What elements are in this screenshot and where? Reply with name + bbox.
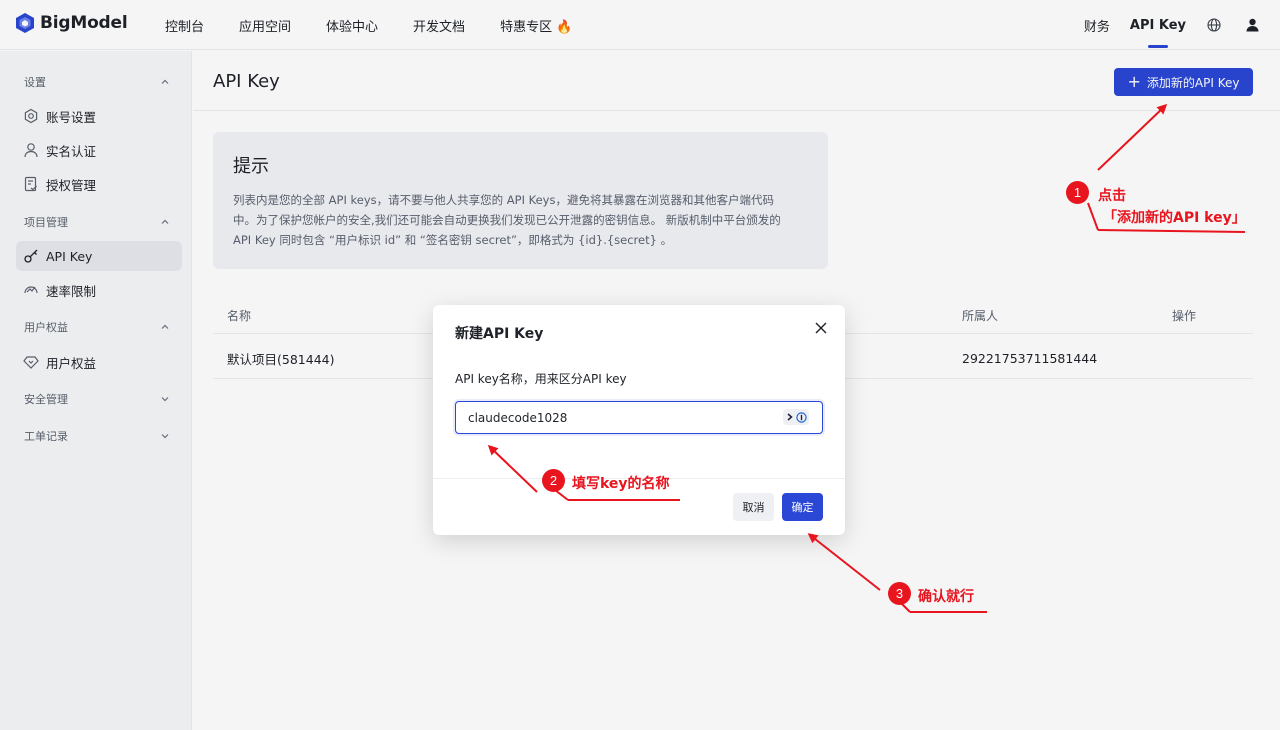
step-3-text: 确认就行 — [918, 589, 974, 605]
modal-title: 新建API Key — [455, 326, 544, 342]
step-1-badge: 1 — [1066, 181, 1089, 204]
cancel-button[interactable]: 取消 — [733, 493, 774, 521]
confirm-button[interactable]: 确定 — [782, 493, 823, 521]
key-name-label: API key名称，用来区分API key — [455, 372, 627, 386]
step-3-badge: 3 — [888, 582, 911, 605]
step-1-text-2: 「添加新的API key」 — [1103, 210, 1246, 226]
close-icon[interactable] — [814, 321, 828, 335]
step-2-badge: 2 — [542, 469, 565, 492]
create-api-key-modal: 新建API Key API key名称，用来区分API key 取消 确定 — [433, 305, 845, 535]
key-name-input[interactable] — [455, 401, 823, 434]
step-2-text: 填写key的名称 — [572, 476, 670, 492]
step-1-text: 点击 — [1098, 188, 1126, 204]
password-manager-icon[interactable] — [783, 409, 809, 425]
